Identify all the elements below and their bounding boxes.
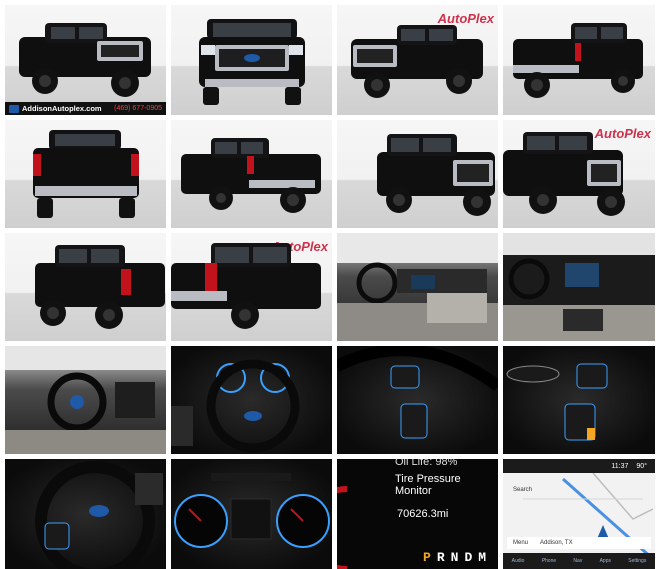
gear-p: P <box>423 550 437 565</box>
nav-status-bar: 11:37 90° <box>503 459 655 473</box>
photo-front-left-three-quarter-with-banner[interactable]: AddisonAutoplex.com (469) 677-0905 <box>5 5 166 115</box>
nav-tab-settings: Settings <box>628 558 647 564</box>
steering-wheel-icon <box>171 359 300 453</box>
steering-wheel-icon <box>5 346 166 454</box>
nav-temp: 90° <box>636 462 647 470</box>
gear-d: D <box>464 550 479 565</box>
truck-icon <box>35 245 165 329</box>
truck-icon <box>181 138 321 213</box>
button-panel-icon <box>506 363 608 441</box>
seat-icon <box>337 233 498 341</box>
truck-icon <box>171 243 321 329</box>
truck-icon <box>19 23 151 97</box>
truck-icon <box>351 25 483 98</box>
photo-front[interactable] <box>171 5 332 115</box>
oil-life-text: Oil Life: 98% <box>395 459 458 468</box>
gauge-icon <box>174 473 330 548</box>
gear-m: M <box>478 550 493 565</box>
tire-pressure-message: Tire Pressure Monitor <box>395 473 461 497</box>
dashboard-icon <box>503 233 655 341</box>
gear-r: R <box>436 550 451 565</box>
gear-n: N <box>450 550 465 565</box>
nav-menu-label: Menu <box>513 540 529 546</box>
dealer-phone: (469) 677-0905 <box>114 105 162 112</box>
button-panel-icon <box>337 346 498 439</box>
nav-location-label: Addison, TX <box>540 540 573 546</box>
photo-rear-left-three-quarter[interactable] <box>503 5 655 115</box>
truck-icon <box>513 23 643 98</box>
truck-icon <box>377 134 495 216</box>
steering-wheel-icon <box>35 461 163 569</box>
odometer-reading: 70626.3mi <box>397 508 449 520</box>
dealer-site: AddisonAutoplex.com <box>22 104 102 113</box>
photo-steering-wheel-front[interactable] <box>171 346 332 454</box>
photo-navigation-screen[interactable]: 11:37 90° Search Menu Addison, TX Audio … <box>503 459 655 569</box>
photo-instrument-cluster[interactable] <box>171 459 332 569</box>
photo-right-side-front[interactable] <box>337 120 498 228</box>
photo-right-side-close[interactable]: AutoPlex <box>503 120 655 228</box>
nav-tab-bar: Audio Phone Nav Apps Settings <box>503 553 655 569</box>
nav-tab-nav: Nav <box>573 558 583 564</box>
photo-gallery-grid: AddisonAutoplex.com (469) 677-0905 AutoP… <box>0 0 660 569</box>
photo-rear[interactable] <box>5 120 166 228</box>
dealer-banner: AddisonAutoplex.com (469) 677-0905 <box>5 102 166 115</box>
nav-tab-apps: Apps <box>599 558 611 564</box>
photo-front-right-three-quarter[interactable]: AutoPlex <box>337 5 498 115</box>
photo-steering-wheel-close[interactable] <box>5 459 166 569</box>
nav-search-label: Search <box>513 487 533 493</box>
photo-interior-driver-view[interactable]: AutoPlex <box>5 346 166 454</box>
photo-left-rear-close[interactable]: AutoPlex <box>171 233 332 341</box>
nav-location-bar: Menu Addison, TX <box>507 537 651 549</box>
photo-steering-controls-right[interactable] <box>503 346 655 454</box>
truck-icon <box>33 130 139 218</box>
dealer-logo-icon <box>9 104 19 113</box>
photo-interior-dashboard[interactable] <box>503 233 655 341</box>
nav-tab-phone: Phone <box>541 558 557 564</box>
photo-steering-controls-left[interactable] <box>337 346 498 454</box>
photo-cluster-display[interactable]: Oil Life: 98% Tire Pressure Monitor 7062… <box>337 459 498 569</box>
photo-left-rear[interactable] <box>5 233 166 341</box>
photo-rear-right-three-quarter[interactable] <box>171 120 332 228</box>
photo-interior-passenger-view[interactable] <box>337 233 498 341</box>
nav-time: 11:37 <box>611 462 629 470</box>
truck-icon <box>503 132 625 216</box>
nav-tab-audio: Audio <box>511 558 525 564</box>
gear-indicator: PRNDM <box>423 550 492 565</box>
truck-icon <box>199 19 305 105</box>
